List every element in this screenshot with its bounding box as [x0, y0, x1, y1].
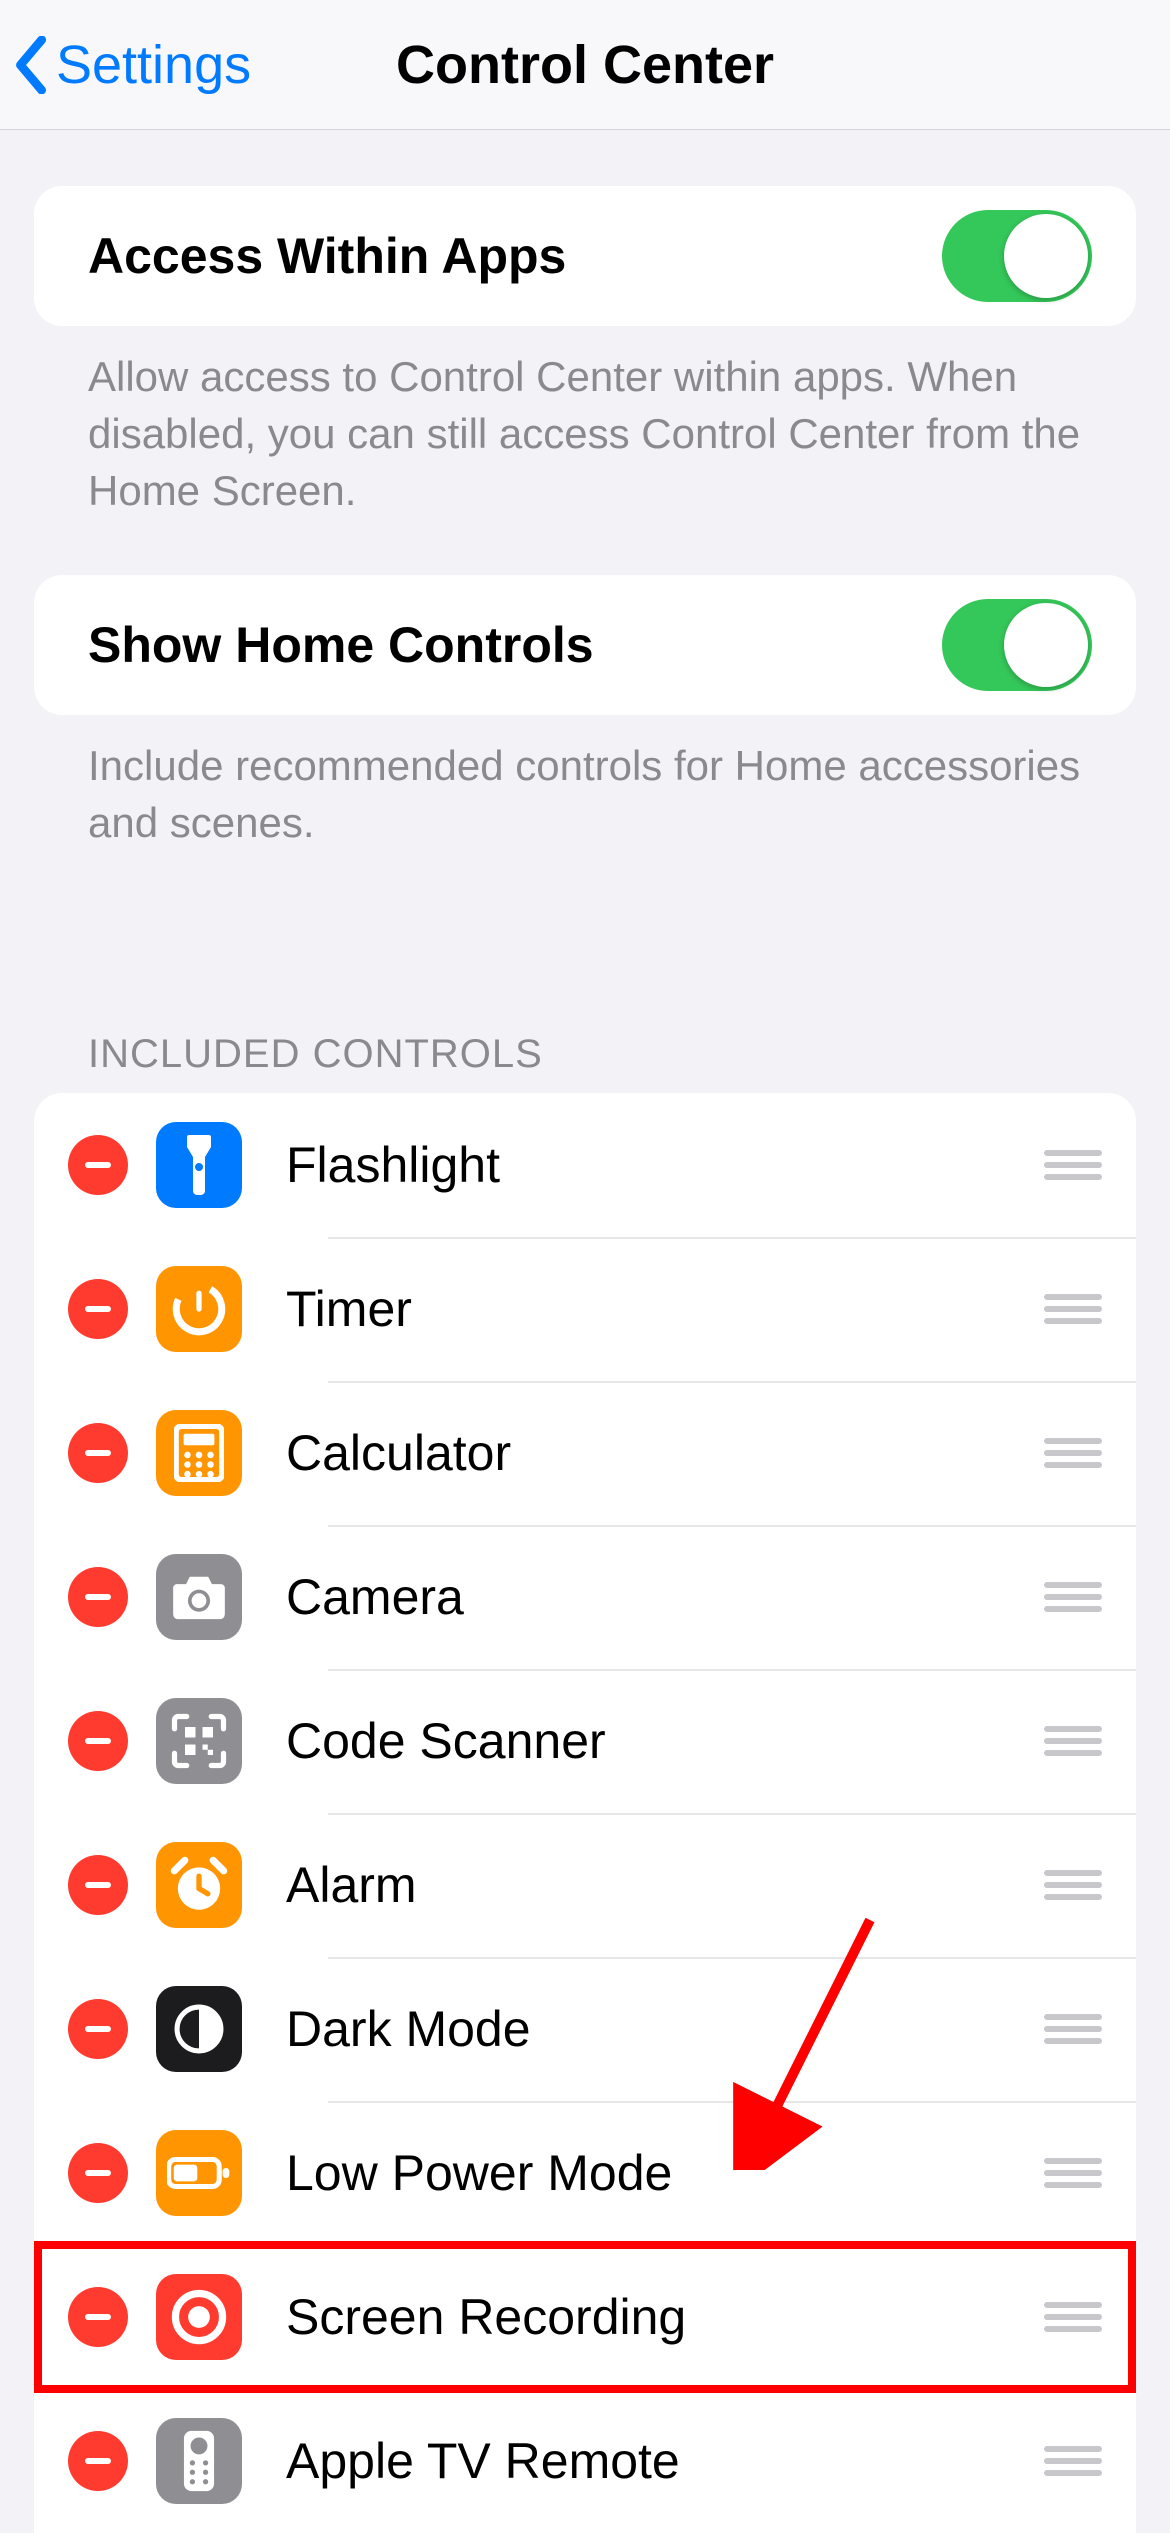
remove-button[interactable]	[68, 1567, 128, 1627]
drag-handle[interactable]	[1044, 1288, 1102, 1330]
remove-button[interactable]	[68, 1855, 128, 1915]
qr-icon	[156, 1698, 242, 1784]
remote-icon	[156, 2418, 242, 2504]
drag-handle[interactable]	[1044, 1864, 1102, 1906]
remove-button[interactable]	[68, 2143, 128, 2203]
control-label: Timer	[286, 1280, 1044, 1338]
back-button[interactable]: Settings	[0, 34, 251, 96]
control-row: Calculator	[34, 1381, 1136, 1525]
included-controls-list: Flashlight Timer Calculator Camera Code Scan…	[34, 1093, 1136, 2533]
control-row: Code Scanner	[34, 1669, 1136, 1813]
show-home-controls-label: Show Home Controls	[88, 616, 942, 674]
drag-handle[interactable]	[1044, 2008, 1102, 2050]
control-label: Alarm	[286, 1856, 1044, 1914]
included-controls-header: INCLUDED CONTROLS	[34, 1032, 1170, 1093]
control-label: Screen Recording	[286, 2288, 1044, 2346]
control-label: Apple TV Remote	[286, 2432, 1044, 2490]
darkmode-icon	[156, 1986, 242, 2072]
control-row: Apple TV Remote	[34, 2389, 1136, 2533]
show-home-controls-footer: Include recommended controls for Home ac…	[34, 715, 1136, 851]
access-within-apps-footer: Allow access to Control Center within ap…	[34, 326, 1136, 519]
access-within-apps-toggle[interactable]	[942, 210, 1092, 302]
remove-button[interactable]	[68, 2431, 128, 2491]
control-row: Low Power Mode	[34, 2101, 1136, 2245]
control-row: Flashlight	[34, 1093, 1136, 1237]
remove-button[interactable]	[68, 1423, 128, 1483]
remove-button[interactable]	[68, 1279, 128, 1339]
drag-handle[interactable]	[1044, 1144, 1102, 1186]
drag-handle[interactable]	[1044, 2152, 1102, 2194]
control-row: Screen Recording	[34, 2245, 1136, 2389]
control-label: Low Power Mode	[286, 2144, 1044, 2202]
control-label: Flashlight	[286, 1136, 1044, 1194]
camera-icon	[156, 1554, 242, 1640]
remove-button[interactable]	[68, 1999, 128, 2059]
access-within-apps-row: Access Within Apps	[34, 186, 1136, 326]
alarm-icon	[156, 1842, 242, 1928]
control-row: Camera	[34, 1525, 1136, 1669]
navigation-bar: Settings Control Center	[0, 0, 1170, 130]
control-label: Camera	[286, 1568, 1044, 1626]
control-label: Calculator	[286, 1424, 1044, 1482]
access-within-apps-label: Access Within Apps	[88, 227, 942, 285]
record-icon	[156, 2274, 242, 2360]
drag-handle[interactable]	[1044, 2440, 1102, 2482]
control-label: Code Scanner	[286, 1712, 1044, 1770]
drag-handle[interactable]	[1044, 2296, 1102, 2338]
remove-button[interactable]	[68, 2287, 128, 2347]
drag-handle[interactable]	[1044, 1576, 1102, 1618]
back-label: Settings	[56, 34, 251, 96]
flashlight-icon	[156, 1122, 242, 1208]
show-home-controls-row: Show Home Controls	[34, 575, 1136, 715]
show-home-controls-toggle[interactable]	[942, 599, 1092, 691]
control-row: Alarm	[34, 1813, 1136, 1957]
battery-icon	[156, 2130, 242, 2216]
remove-button[interactable]	[68, 1711, 128, 1771]
control-label: Dark Mode	[286, 2000, 1044, 2058]
control-row: Timer	[34, 1237, 1136, 1381]
chevron-left-icon	[14, 36, 50, 94]
remove-button[interactable]	[68, 1135, 128, 1195]
calculator-icon	[156, 1410, 242, 1496]
drag-handle[interactable]	[1044, 1720, 1102, 1762]
timer-icon	[156, 1266, 242, 1352]
drag-handle[interactable]	[1044, 1432, 1102, 1474]
control-row: Dark Mode	[34, 1957, 1136, 2101]
